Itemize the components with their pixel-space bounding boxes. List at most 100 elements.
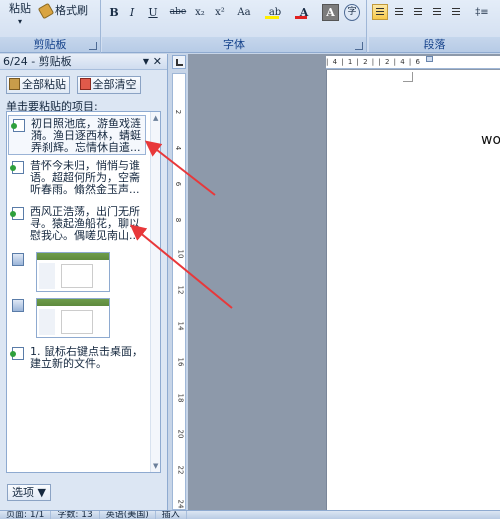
distributed-button[interactable] [448, 4, 464, 20]
clipboard-launcher-icon[interactable] [89, 42, 97, 50]
insert-mode[interactable]: 插入 [156, 511, 187, 519]
clipboard-item-2[interactable]: 昔怀今未归，悄悄与谁语。超超何所为，空斋听春雨。翛然金玉声... [8, 158, 146, 198]
text-clip-icon [10, 207, 24, 220]
strikethrough-button[interactable]: abe [168, 4, 188, 21]
tab-selector[interactable] [172, 55, 186, 69]
format-painter-label: 格式刷 [55, 4, 88, 17]
clear-all-icon [79, 78, 91, 90]
image-clip-icon [12, 253, 24, 266]
clipboard-item-text: 初日照池底，游鱼戏涟漪。渔日逐西林，蜻蜓弄刹辉。忘情休自遣... [31, 118, 141, 154]
clipboard-items-list: 初日照池底，游鱼戏涟漪。渔日逐西林，蜻蜓弄刹辉。忘情休自遣... 昔怀今未归，悄… [6, 111, 161, 473]
clipboard-item-4[interactable] [8, 250, 146, 294]
align-center-icon [395, 8, 403, 16]
line-spacing-button[interactable]: ‡≡ [469, 4, 495, 21]
font-color-button[interactable]: A [292, 4, 316, 21]
pane-menu-icon[interactable]: ▼ [143, 54, 149, 70]
paste-label: 粘贴 [9, 2, 31, 15]
bold-button[interactable]: B [106, 4, 122, 21]
subscript-button[interactable]: x₂ [191, 4, 209, 21]
clipboard-group: 粘贴 ▾ 格式刷 剪贴板 [0, 0, 101, 53]
align-right-button[interactable] [410, 4, 426, 20]
ruler-number: 22 [176, 465, 185, 475]
text-clip-icon [10, 347, 24, 360]
clear-all-label: 全部清空 [92, 78, 137, 91]
align-left-icon [376, 8, 384, 16]
ribbon: 粘贴 ▾ 格式刷 剪贴板 B I U abe x₂ x² Aa ab A A 字… [0, 0, 500, 53]
options-button[interactable]: 选项 ▼ [7, 484, 51, 501]
underline-button[interactable]: U [142, 4, 164, 21]
clear-all-button[interactable]: 全部清空 [76, 76, 141, 94]
horizontal-ruler: | 4 | 1 | 2 | | 2 | 4 | 6 [326, 56, 500, 69]
enclose-characters-button[interactable]: 字 [344, 4, 360, 21]
vertical-ruler: 2 4 6 8 10 12 14 16 18 20 22 24 [172, 73, 186, 510]
indent-marker[interactable] [426, 56, 433, 62]
margin-corner [403, 72, 413, 82]
pane-title: 6/24 - 剪贴板 [3, 55, 72, 68]
ruler-number: 18 [176, 393, 185, 403]
ruler-number: 6 [174, 181, 183, 187]
close-icon[interactable]: ✕ [153, 54, 162, 70]
distributed-icon [452, 8, 460, 16]
language-indicator[interactable]: 英语(美国) [100, 511, 156, 519]
image-clip-icon [12, 299, 24, 312]
align-right-icon [414, 8, 422, 16]
paste-all-button[interactable]: 全部粘贴 [6, 76, 70, 94]
ruler-number: 14 [176, 321, 185, 331]
character-shading-button[interactable]: A [322, 4, 339, 21]
scroll-up-icon[interactable]: ▲ [153, 114, 158, 122]
font-group: B I U abe x₂ x² Aa ab A A 字 字体 [102, 0, 367, 53]
ruler-number: 24 [176, 499, 185, 509]
clipboard-pane: 6/24 - 剪贴板 ▼ ✕ 全部粘贴 全部清空 单击要粘贴的项目: 初日照池底… [0, 54, 168, 510]
ruler-number: 8 [174, 217, 183, 223]
align-center-button[interactable] [391, 4, 407, 20]
clipboard-item-text: 1. 鼠标右键点击桌面，建立新的文件。 [30, 346, 143, 370]
pane-header: 6/24 - 剪贴板 ▼ ✕ [0, 54, 167, 70]
clipboard-item-3[interactable]: 西风正浩荡，出门无所寻。猿起渔船花，聊以慰我心。偶嗟见南山... [8, 204, 146, 244]
clipboard-item-text: 昔怀今未归，悄悄与谁语。超超何所为，空斋听春雨。翛然金玉声... [30, 160, 140, 196]
pane-buttons: 全部粘贴 全部清空 [6, 76, 144, 94]
ruler-number: 12 [176, 285, 185, 295]
brush-icon [37, 2, 55, 20]
text-clip-icon [11, 119, 25, 132]
ruler-number: 20 [176, 429, 185, 439]
clipboard-item-5[interactable] [8, 296, 146, 340]
tab-stop-icon [176, 59, 183, 66]
ruler-number: 16 [176, 357, 185, 367]
justify-button[interactable] [429, 4, 445, 20]
status-bar: 页面: 1/1 字数: 13 英语(美国) 插入 [0, 510, 500, 519]
font-group-label: 字体 [102, 37, 366, 52]
paste-all-icon [9, 78, 20, 90]
change-case-button[interactable]: Aa [231, 4, 257, 21]
paste-all-label: 全部粘贴 [22, 78, 66, 91]
chevron-down-icon[interactable]: ▾ [6, 18, 34, 26]
text-clip-icon [10, 161, 24, 174]
image-thumbnail [36, 252, 110, 292]
document-page[interactable]: wo [326, 70, 500, 510]
ruler-number: 4 [174, 145, 183, 151]
word-count[interactable]: 字数: 13 [51, 511, 100, 519]
italic-button[interactable]: I [124, 4, 140, 21]
font-launcher-icon[interactable] [355, 42, 363, 50]
paste-button[interactable]: 粘贴 ▾ [6, 0, 34, 33]
ruler-scale: | 4 | 1 | 2 | | 2 | 4 | 6 [326, 58, 421, 66]
document-text: wo [481, 132, 500, 148]
font-color-swatch [295, 16, 307, 19]
align-left-button[interactable] [372, 4, 388, 20]
ruler-number: 10 [176, 249, 185, 259]
page-count[interactable]: 页面: 1/1 [0, 511, 52, 519]
justify-icon [433, 8, 441, 16]
highlight-swatch [265, 16, 279, 19]
paragraph-group: ‡≡ 段落 [369, 0, 500, 53]
scroll-down-icon[interactable]: ▼ [153, 462, 158, 470]
clipboard-item-1[interactable]: 初日照池底，游鱼戏涟漪。渔日逐西林，蜻蜓弄刹辉。忘情休自遣... [8, 115, 146, 155]
clipboard-item-text: 西风正浩荡，出门无所寻。猿起渔船花，聊以慰我心。偶嗟见南山... [30, 206, 140, 242]
image-thumbnail [36, 298, 110, 338]
ruler-number: 2 [174, 109, 183, 115]
paragraph-group-label: 段落 [369, 37, 500, 52]
superscript-button[interactable]: x² [211, 4, 229, 21]
format-painter-button[interactable]: 格式刷 [37, 2, 88, 20]
vertical-scrollbar[interactable]: ▲ ▼ [150, 112, 160, 472]
highlight-color-button[interactable]: ab [262, 4, 288, 21]
clipboard-group-label: 剪贴板 [0, 37, 100, 52]
clipboard-item-6[interactable]: 1. 鼠标右键点击桌面，建立新的文件。 [8, 344, 146, 374]
